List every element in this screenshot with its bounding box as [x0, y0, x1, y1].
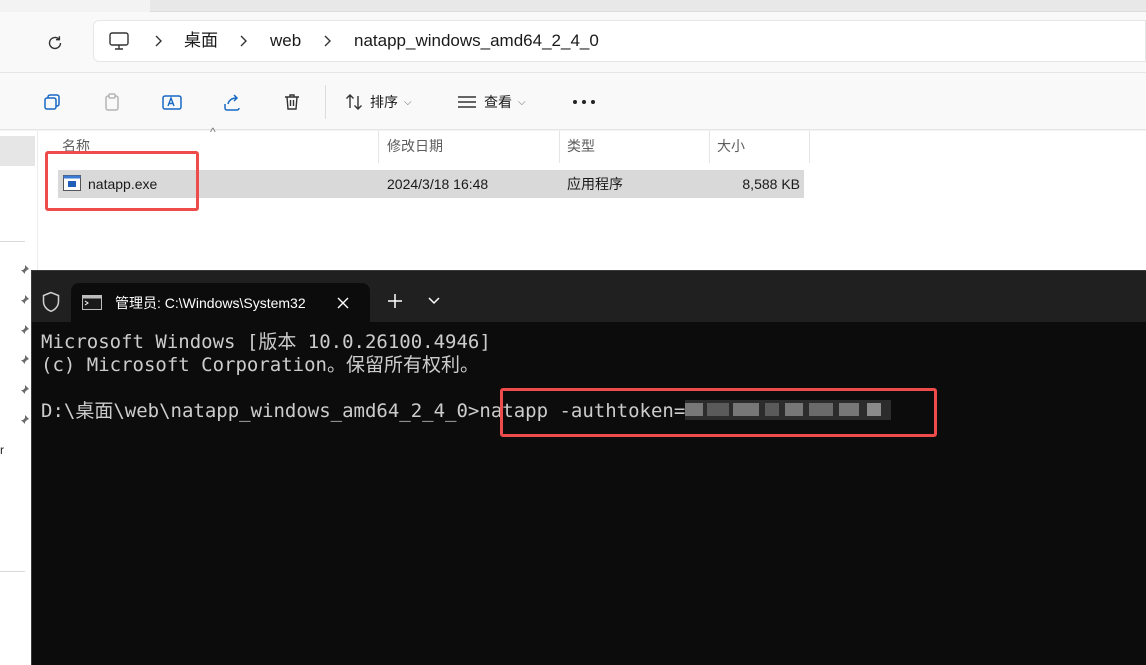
shield-icon — [42, 291, 60, 313]
view-button[interactable]: 查看 ⌵ — [456, 85, 526, 119]
console-line-version: Microsoft Windows [版本 10.0.26100.4946] — [41, 331, 491, 353]
column-header-type[interactable]: 类型 — [561, 131, 709, 163]
nav-selected-item[interactable] — [0, 136, 35, 166]
window-top-strip — [150, 0, 1146, 12]
pin-icon[interactable] — [18, 414, 30, 426]
chevron-down-icon: ⌵ — [404, 96, 412, 108]
column-header-name[interactable]: 名称 — [56, 131, 378, 163]
breadcrumb-natapp-folder[interactable]: natapp_windows_amd64_2_4_0 — [354, 21, 599, 61]
chevron-right-icon — [155, 35, 162, 47]
close-icon[interactable] — [333, 293, 353, 313]
rename-button[interactable] — [155, 85, 189, 119]
more-icon — [573, 100, 595, 104]
rename-icon — [162, 95, 182, 110]
file-type: 应用程序 — [567, 176, 623, 192]
column-divider[interactable] — [709, 131, 710, 163]
view-icon — [458, 96, 476, 108]
file-row[interactable]: natapp.exe 2024/3/18 16:48 应用程序 8,588 KB — [58, 170, 804, 198]
address-bar[interactable]: 桌面 web natapp_windows_amd64_2_4_0 — [93, 20, 1146, 62]
chevron-right-icon — [240, 35, 247, 47]
pin-icon[interactable] — [18, 384, 30, 396]
delete-icon — [285, 94, 299, 110]
chevron-down-icon[interactable] — [424, 292, 444, 310]
chevron-down-icon: ⌵ — [518, 96, 526, 108]
redacted-authtoken — [685, 400, 892, 420]
copy-icon — [44, 94, 60, 110]
console-command-line: D:\桌面\web\natapp_windows_amd64_2_4_0>nat… — [41, 400, 892, 423]
file-name[interactable]: natapp.exe — [88, 170, 157, 198]
nav-divider — [0, 571, 25, 572]
terminal-tab-bar: 管理员: C:\Windows\System32 — [32, 271, 1146, 323]
toolbar-divider — [325, 85, 326, 119]
nav-divider — [0, 241, 25, 242]
view-label: 查看 — [484, 94, 512, 110]
console-prompt: D:\桌面\web\natapp_windows_amd64_2_4_0> — [41, 400, 480, 422]
paste-button[interactable] — [95, 85, 129, 119]
sort-label: 排序 — [370, 94, 398, 110]
console-output[interactable]: Microsoft Windows [版本 10.0.26100.4946] (c… — [41, 331, 892, 423]
refresh-icon — [48, 36, 62, 50]
file-size: 8,588 KB — [742, 176, 800, 192]
share-icon — [224, 94, 240, 111]
column-header-modified[interactable]: 修改日期 — [381, 131, 559, 163]
plus-icon[interactable] — [384, 290, 406, 312]
terminal-tab[interactable]: 管理员: C:\Windows\System32 — [71, 283, 370, 323]
breadcrumb-desktop[interactable]: 桌面 — [184, 21, 218, 61]
chevron-right-icon — [324, 35, 331, 47]
tab-title: 管理员: C:\Windows\System32 — [115, 295, 306, 311]
address-row: 桌面 web natapp_windows_amd64_2_4_0 — [0, 12, 1146, 72]
computer-icon — [109, 32, 129, 50]
file-modified: 2024/3/18 16:48 — [387, 176, 489, 192]
column-header-size[interactable]: 大小 — [711, 131, 809, 163]
exe-file-icon — [63, 175, 81, 191]
more-options-button[interactable] — [567, 85, 601, 119]
pin-icon[interactable] — [18, 354, 30, 366]
nav-item-fragment: r — [0, 443, 4, 457]
breadcrumb-web[interactable]: web — [270, 21, 301, 61]
refresh-button[interactable] — [38, 28, 72, 58]
column-divider[interactable] — [559, 131, 560, 163]
pin-icon[interactable] — [18, 324, 30, 336]
pin-icon[interactable] — [18, 264, 30, 276]
console-line-copyright: (c) Microsoft Corporation。保留所有权利。 — [41, 354, 479, 376]
copy-button[interactable] — [35, 85, 69, 119]
command-bar: 排序 ⌵ 查看 ⌵ — [0, 72, 1146, 130]
terminal-window: 管理员: C:\Windows\System32 Microsoft Windo… — [31, 270, 1146, 665]
column-divider[interactable] — [378, 131, 379, 163]
console-command: natapp -authtoken= — [479, 400, 686, 422]
paste-icon — [105, 93, 119, 111]
terminal-icon — [82, 295, 102, 310]
share-button[interactable] — [215, 85, 249, 119]
pin-icon[interactable] — [18, 294, 30, 306]
delete-button[interactable] — [275, 85, 309, 119]
column-divider[interactable] — [809, 131, 810, 163]
sort-icon — [346, 94, 362, 110]
sort-button[interactable]: 排序 ⌵ — [344, 85, 412, 119]
